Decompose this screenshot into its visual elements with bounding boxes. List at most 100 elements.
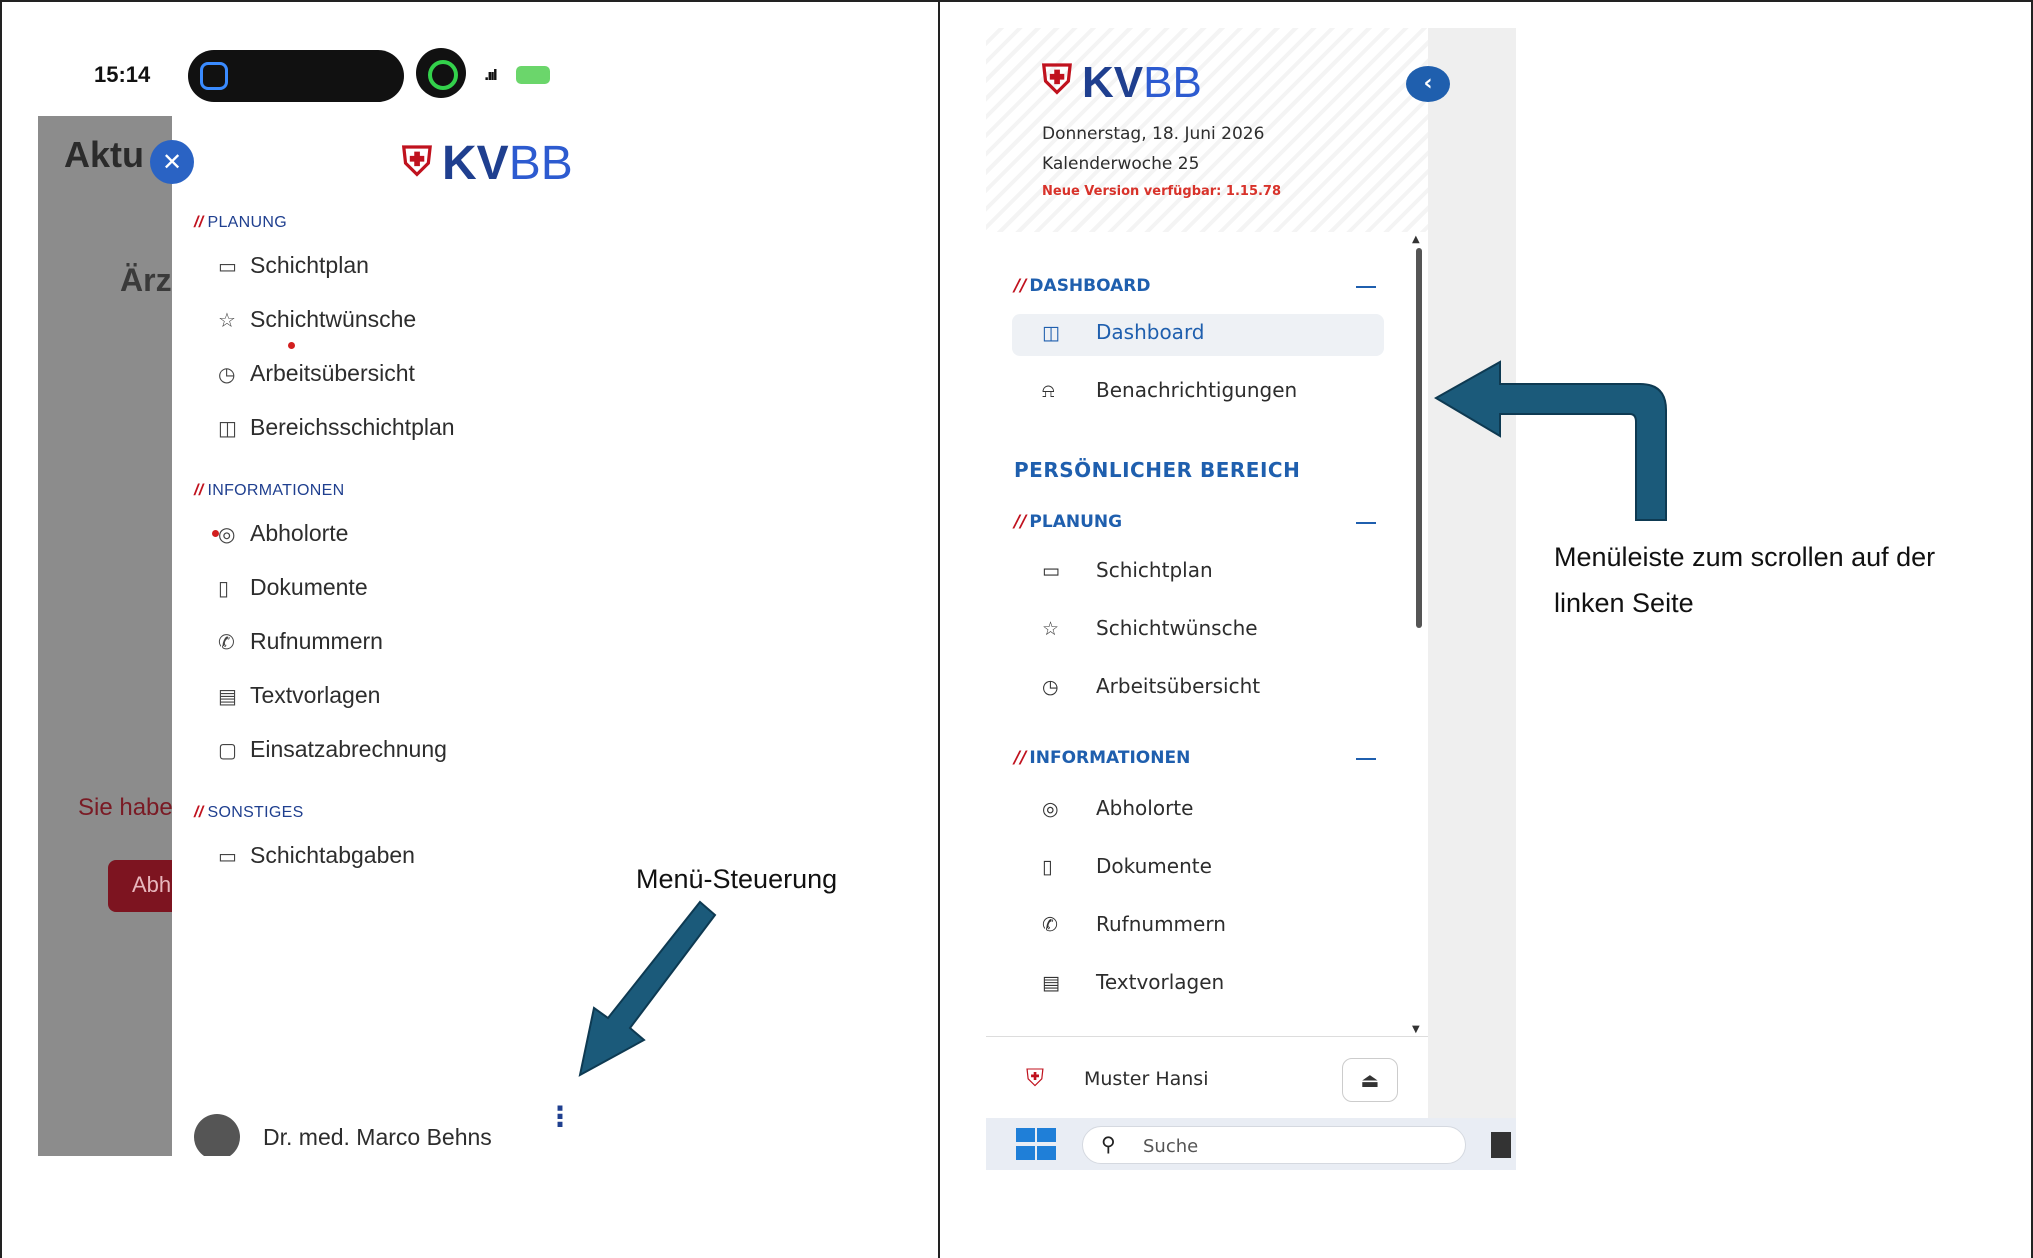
section-title: PLANUNG (1029, 512, 1123, 532)
menu-item-einsatzabrechnung[interactable]: ▢ Einsatzabrechnung (218, 736, 447, 763)
menu-item-rufnummern[interactable]: ✆ Rufnummern (218, 628, 383, 655)
dynamic-island (188, 50, 404, 102)
background-page-title: Aktu (64, 134, 144, 175)
taskbar-app-icon[interactable] (1491, 1132, 1511, 1158)
menu-item-arbeitsuebersicht[interactable]: ◷ Arbeitsübersicht (218, 360, 415, 387)
menu-item-label: Rufnummern (1096, 912, 1226, 936)
menu-item-benachrichtigungen[interactable]: ⍾ Benachrichtigungen (1042, 378, 1297, 402)
menu-item-rufnummern[interactable]: ✆ Rufnummern (1042, 912, 1226, 936)
menu-item-bereichsschichtplan[interactable]: ◫ Bereichsschichtplan (218, 414, 455, 441)
callout-menu-control: Menü-Steuerung (636, 864, 838, 894)
logo-bb-text: BB (1143, 58, 1202, 107)
section-title: INFORMATIONEN (1029, 748, 1191, 768)
menu-item-label: Benachrichtigungen (1096, 378, 1298, 402)
menu-item-label: Rufnummern (250, 628, 383, 654)
section-informationen: //INFORMATIONEN (194, 482, 345, 499)
menu-item-abholorte[interactable]: ◎ Abholorte (1042, 796, 1193, 820)
eagle-avatar-icon: ⛨ (1026, 1064, 1044, 1092)
menu-item-schichtplan[interactable]: ▭ Schichtplan (218, 252, 369, 279)
logo-bb-text: BB (508, 137, 573, 190)
menu-item-textvorlagen[interactable]: ▤ Textvorlagen (1042, 970, 1224, 994)
menu-item-label: Abholorte (1096, 796, 1194, 820)
current-date: Donnerstag, 18. Juni 2026 (1042, 124, 1265, 144)
menu-item-schichtabgaben[interactable]: ▭ Schichtabgaben (218, 842, 415, 869)
menu-item-dashboard[interactable]: ◫ Dashboard (1012, 314, 1384, 356)
menu-item-label: Dokumente (1096, 854, 1212, 878)
location-icon: ◎ (1042, 798, 1059, 820)
menu-item-dokumente[interactable]: ▯ Dokumente (218, 574, 368, 601)
section-planung: //PLANUNG (194, 214, 287, 231)
footer-divider (986, 1036, 1428, 1037)
eagle-logo-icon: ⛨ (1042, 58, 1072, 102)
collapse-section-icon[interactable] (1356, 522, 1376, 524)
section-informationen[interactable]: //INFORMATIONEN (1014, 748, 1190, 768)
calendar-week: Kalenderwoche 25 (1042, 154, 1200, 174)
callout-scroll-note: Menüleiste zum scrollen auf der linken S… (1554, 542, 1936, 618)
kvbb-logo: ⛨ KVBB (1042, 58, 1202, 108)
clock-icon: ◷ (218, 362, 236, 386)
collapse-section-icon[interactable] (1356, 758, 1376, 760)
menu-item-schichtwuensche[interactable]: ☆ Schichtwünsche (1042, 616, 1258, 640)
menu-item-label: Arbeitsübersicht (250, 360, 415, 386)
taskbar-search-input[interactable]: ⚲ Suche (1082, 1126, 1466, 1164)
user-name[interactable]: Dr. med. Marco Behns (263, 1124, 492, 1151)
menu-item-label: Schichtwünsche (1096, 616, 1258, 640)
link-status-icon (416, 48, 466, 98)
menu-item-label: Schichtabgaben (250, 842, 415, 868)
menu-item-arbeitsuebersicht[interactable]: ◷ Arbeitsübersicht (1042, 674, 1260, 698)
collapse-sidebar-button[interactable]: ‹ (1406, 66, 1450, 102)
status-time: 15:14 (94, 62, 151, 87)
menu-item-label: Schichtplan (250, 252, 369, 278)
phone-icon: ✆ (218, 630, 235, 654)
lock-button[interactable]: ⏏ (1342, 1058, 1398, 1102)
close-menu-button[interactable]: ✕ (150, 140, 194, 184)
text-template-icon: ▤ (218, 684, 237, 708)
clipboard-icon: ▢ (218, 738, 237, 762)
menu-item-label: Abholorte (250, 520, 349, 546)
menu-item-label: Textvorlagen (1096, 970, 1225, 994)
menu-item-label: Arbeitsübersicht (1096, 674, 1261, 698)
section-planung[interactable]: //PLANUNG (1014, 512, 1122, 532)
version-notice[interactable]: Neue Version verfügbar: 1.15.78 (1042, 184, 1281, 199)
menu-item-content: ◫ Dashboard (1042, 320, 1205, 344)
personal-area-heading: PERSÖNLICHER BEREICH (1014, 458, 1301, 482)
eagle-logo-icon: ⛨ (402, 140, 432, 184)
logo-kv-text: KV (1082, 58, 1144, 107)
signal-icon: .ııl (484, 68, 498, 84)
windows-start-icon[interactable] (1016, 1128, 1056, 1160)
star-icon: ☆ (1042, 618, 1060, 640)
menu-item-label: Einsatzabrechnung (250, 736, 447, 762)
calendar-icon: ▭ (218, 254, 237, 278)
menu-item-abholorte[interactable]: ◎ Abholorte (218, 520, 348, 547)
user-avatar[interactable] (194, 1114, 240, 1156)
screen-share-icon (200, 62, 228, 90)
more-options-icon[interactable]: ⋮ (546, 1103, 574, 1152)
menu-item-schichtwuensche[interactable]: ☆ Schichtwünsche (218, 306, 416, 333)
text-template-icon: ▤ (1042, 972, 1060, 994)
menu-item-schichtplan[interactable]: ▭ Schichtplan (1042, 558, 1213, 582)
document-icon: ▯ (218, 576, 230, 600)
search-placeholder: Suche (1143, 1136, 1199, 1157)
scrollbar-thumb[interactable] (1416, 248, 1422, 628)
section-title: SONSTIGES (207, 804, 304, 821)
kvbb-logo: ⛨ KVBB (402, 136, 573, 191)
section-title: INFORMATIONEN (207, 482, 345, 499)
scroll-down-icon[interactable]: ▼ (1412, 1024, 1420, 1035)
menu-item-textvorlagen[interactable]: ▤ Textvorlagen (218, 682, 380, 709)
document-icon: ▯ (1042, 856, 1053, 878)
background-notice: Sie habe (78, 794, 173, 821)
section-dashboard[interactable]: //DASHBOARD (1014, 276, 1150, 296)
menu-item-label: Dokumente (250, 574, 368, 600)
section-title: PLANUNG (207, 214, 287, 231)
user-name[interactable]: Muster Hansi (1084, 1068, 1208, 1090)
desktop-screenshot: ⛨ KVBB ‹ Donnerstag, 18. Juni 2026 Kalend… (986, 28, 1516, 1170)
calendar-icon: ▭ (1042, 560, 1060, 582)
calendar-icon: ▭ (218, 844, 237, 868)
collapse-section-icon[interactable] (1356, 286, 1376, 288)
mobile-screenshot: 15:14 .ııl Aktu Ärzt Sie habe Abh ✕ ⛨ KVB… (38, 44, 586, 1156)
section-title: DASHBOARD (1029, 276, 1151, 296)
menu-item-dokumente[interactable]: ▯ Dokumente (1042, 854, 1212, 878)
background-action-label: Abh (132, 872, 172, 897)
scroll-up-icon[interactable]: ▲ (1412, 234, 1420, 245)
star-icon: ☆ (218, 308, 236, 332)
